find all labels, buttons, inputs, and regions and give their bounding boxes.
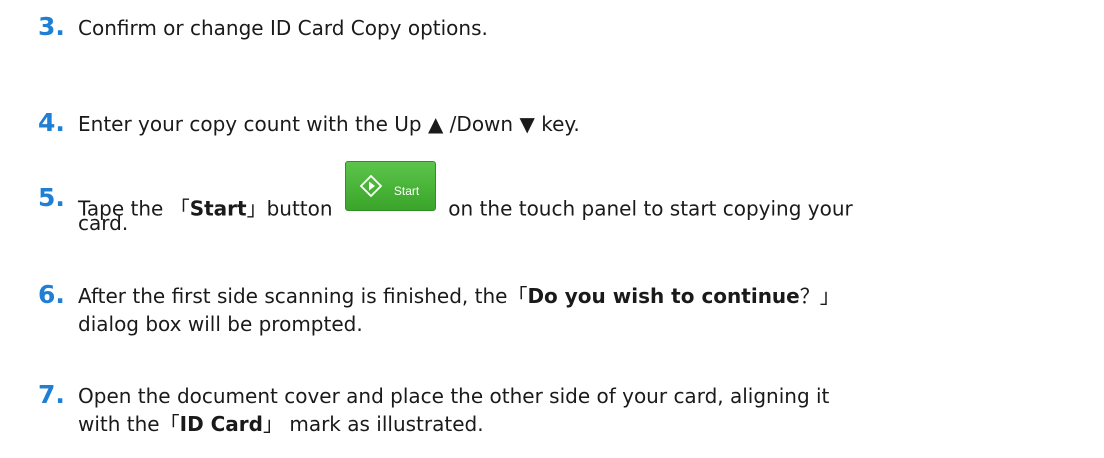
step-text: Open the document cover and place the ot… [78, 382, 1078, 438]
text-segment: button [266, 196, 333, 221]
step-text: After the first side scanning is finishe… [78, 282, 1078, 338]
text-segment: key. [534, 112, 580, 136]
text-segment: /Down [443, 112, 520, 136]
open-bracket: 「 [159, 412, 180, 436]
step-number: 3. [38, 12, 65, 41]
open-bracket: 「 [169, 196, 190, 221]
close-bracket: 」 [246, 196, 267, 221]
step-number: 7. [38, 380, 65, 409]
close-bracket: ？」 [799, 284, 840, 308]
step-text: Confirm or change ID Card Copy options. [78, 14, 1078, 42]
start-button-image: Start [344, 161, 436, 211]
text-segment: dialog box will be prompted. [78, 312, 363, 336]
down-arrow-icon: ▼ [519, 112, 535, 136]
id-card-keyword: ID Card [179, 412, 263, 436]
text-segment: on the touch panel to start copying your [448, 196, 853, 221]
step-number: 4. [38, 108, 65, 137]
text-segment: with the [78, 412, 160, 436]
step-text-line: Confirm or change ID Card Copy options. [78, 16, 488, 40]
step-text: Tape the 「Start」button Start on the touc… [78, 161, 1078, 237]
dialog-name: Do you wish to continue [527, 284, 800, 308]
text-segment: Open the document cover and place the ot… [78, 384, 830, 408]
open-bracket: 「 [507, 284, 528, 308]
step-number: 5. [38, 183, 65, 212]
start-button-label: Start [393, 184, 420, 198]
text-segment: Enter your copy count with the Up [78, 112, 428, 136]
text-segment: mark as illustrated. [282, 412, 484, 436]
start-diamond-icon [359, 175, 382, 197]
up-arrow-icon: ▲ [427, 112, 444, 136]
start-keyword: Start [189, 196, 247, 221]
step-number: 6. [38, 280, 65, 309]
close-bracket: 」 [262, 412, 283, 436]
step-text: Enter your copy count with the Up ▲ /Dow… [78, 110, 1078, 138]
text-segment: After the first side scanning is finishe… [78, 284, 508, 308]
